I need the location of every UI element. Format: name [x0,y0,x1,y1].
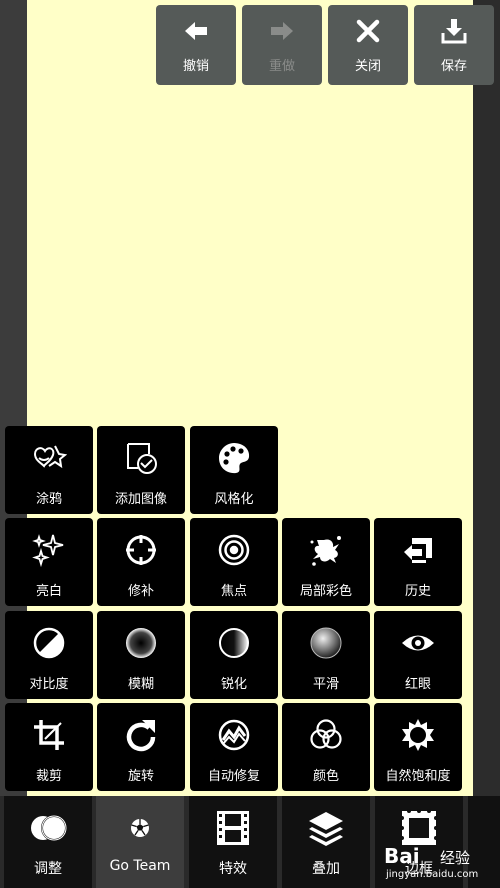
tool-label: 风格化 [214,492,254,507]
tool-label: 添加图像 [114,492,167,507]
baidu-watermark: Bai 经验 jingyan.baidu.com [384,844,494,884]
save-label: 保存 [440,58,467,74]
sun-gear-icon [402,719,434,751]
tab-overlay[interactable]: 叠加 [282,796,370,888]
blur-icon [126,628,156,658]
tool-label: 历史 [404,584,431,599]
contrast-icon [33,627,65,659]
color-circles-icon [310,719,342,749]
tool-vibrance[interactable]: 自然饱和度 [374,703,462,791]
sparkle-icon [32,534,64,568]
watermark-text: 经验 [440,849,471,867]
crosshair-icon [126,535,156,565]
soccer-ball-icon [131,819,149,837]
tool-label: 局部彩色 [299,584,352,599]
tool-red-eye[interactable]: 红眼 [374,611,462,699]
tool-auto-fix[interactable]: 自动修复 [190,703,278,791]
tool-contrast[interactable]: 对比度 [5,611,93,699]
history-icon [404,538,432,563]
tool-label: 红眼 [404,677,431,692]
tool-label: 亮白 [35,584,62,599]
arrow-right-icon [271,21,293,40]
watermark-brand: Bai [384,844,420,868]
tab-label: 调整 [34,861,62,877]
tab-go-team[interactable]: Go Team [96,796,184,888]
close-button[interactable]: 关闭 [328,5,408,85]
tool-rotate[interactable]: 旋转 [97,703,185,791]
close-icon [356,19,380,42]
tool-whiten[interactable]: 亮白 [5,518,93,606]
paint-splash-icon [310,536,341,566]
tool-history[interactable]: 历史 [374,518,462,606]
tab-label: 特效 [219,861,247,877]
download-icon [441,18,467,43]
tool-focus[interactable]: 焦点 [190,518,278,606]
film-strip-icon [217,811,249,845]
sharpen-icon [219,628,249,658]
undo-button[interactable]: 撤销 [156,5,236,85]
target-icon [218,534,250,566]
layers-icon [309,812,343,846]
stamp-frame-icon [400,809,438,845]
tab-label: Go Team [109,858,171,874]
arrow-left-icon [185,21,207,40]
tool-label: 修补 [127,584,154,599]
rotate-icon [126,720,156,752]
redo-button[interactable]: 重做 [242,5,322,85]
tab-effects[interactable]: 特效 [189,796,277,888]
tool-label: 涂鸦 [35,492,62,507]
tool-sharpen[interactable]: 锐化 [190,611,278,699]
tool-label: 焦点 [220,584,247,599]
tool-label: 颜色 [312,769,339,784]
tool-label: 对比度 [29,677,69,692]
tab-label: 叠加 [312,861,340,877]
sticker-icon [127,443,157,474]
tool-label: 裁剪 [35,769,62,784]
watermark-url: jingyan.baidu.com [386,869,479,880]
tool-blur[interactable]: 模糊 [97,611,185,699]
tool-color[interactable]: 颜色 [282,703,370,791]
tool-label: 模糊 [127,677,154,692]
tab-adjust[interactable]: 调整 [4,796,92,888]
crop-icon [34,720,64,750]
palette-icon [219,443,250,474]
doodle-icon [33,445,67,469]
tool-label: 自然饱和度 [385,769,451,784]
tool-add-image[interactable]: 添加图像 [97,426,185,514]
right-edge [473,0,500,888]
tool-crop[interactable]: 裁剪 [5,703,93,791]
undo-label: 撤销 [182,58,209,74]
eye-icon [402,635,434,651]
redo-label: 重做 [268,58,295,74]
tool-label: 锐化 [220,677,247,692]
adjust-circles-icon [31,815,67,841]
close-label: 关闭 [354,58,381,74]
save-button[interactable]: 保存 [414,5,494,85]
auto-fix-icon [218,719,250,751]
tool-label: 平滑 [312,677,339,692]
tool-smooth[interactable]: 平滑 [282,611,370,699]
tool-doodle[interactable]: 涂鸦 [5,426,93,514]
tool-label: 旋转 [127,769,154,784]
smooth-icon [310,627,342,659]
tool-local-color[interactable]: 局部彩色 [282,518,370,606]
tool-stylize[interactable]: 风格化 [190,426,278,514]
tool-repair[interactable]: 修补 [97,518,185,606]
tool-label: 自动修复 [207,769,260,784]
